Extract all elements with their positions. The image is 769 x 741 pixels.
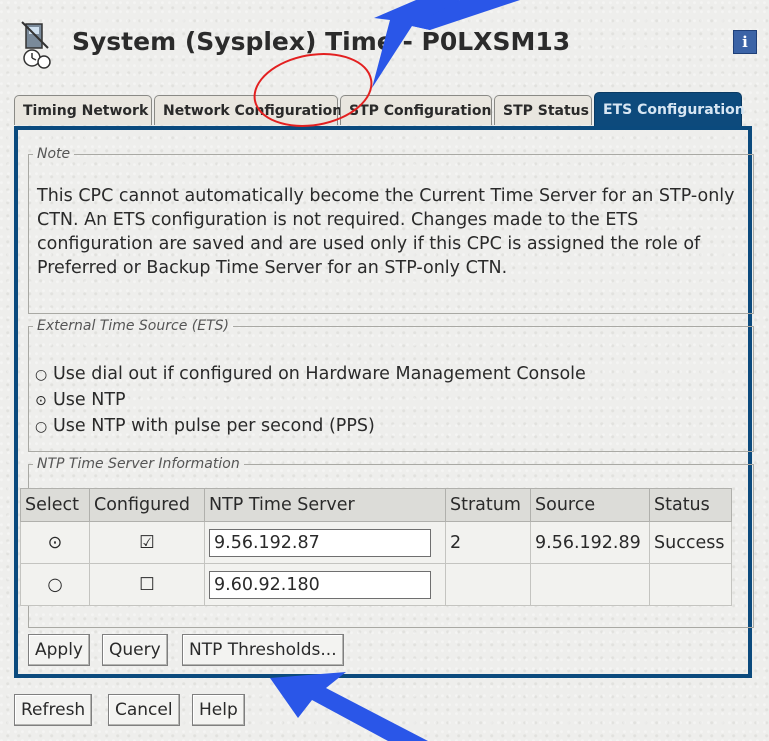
tab-strip: Timing Network Network Configuration STP… bbox=[14, 92, 754, 128]
ntp-legend: NTP Time Server Information bbox=[37, 456, 240, 472]
ntp-server-cell bbox=[204, 521, 446, 564]
column-ntp-time-server: NTP Time Server bbox=[204, 488, 446, 522]
table-row: ⊙ ☑ 2 9.56.192.89 Success bbox=[20, 521, 732, 564]
source-cell bbox=[530, 563, 650, 606]
stratum-cell bbox=[445, 563, 531, 606]
status-cell: Success bbox=[649, 521, 732, 564]
table-header-row: Select Configured NTP Time Server Stratu… bbox=[20, 488, 732, 522]
title-bar: System (Sysplex) Time - P0LXSM13 i bbox=[14, 18, 757, 80]
radio-icon: ○ bbox=[35, 367, 48, 383]
stratum-cell: 2 bbox=[445, 521, 531, 564]
help-button[interactable]: Help bbox=[192, 694, 245, 726]
table-row: ○ ☐ bbox=[20, 563, 732, 606]
cancel-button[interactable]: Cancel bbox=[108, 694, 180, 726]
configured-checkbox[interactable]: ☐ bbox=[89, 563, 205, 606]
system-time-icon bbox=[18, 20, 60, 70]
refresh-button[interactable]: Refresh bbox=[14, 694, 93, 726]
column-select: Select bbox=[20, 488, 90, 522]
annotation-arrow-bottom bbox=[270, 672, 428, 741]
configured-checkbox-checked[interactable]: ☑ bbox=[89, 521, 205, 564]
ets-group: External Time Source (ETS) ○ Use dial out… bbox=[28, 318, 754, 452]
ets-option-ntp[interactable]: ⊙ Use NTP bbox=[35, 390, 126, 410]
tab-stp-status[interactable]: STP Status bbox=[494, 95, 592, 125]
ets-option-dial-out[interactable]: ○ Use dial out if configured on Hardware … bbox=[35, 364, 586, 384]
column-source: Source bbox=[530, 488, 650, 522]
info-icon[interactable]: i bbox=[733, 30, 757, 54]
ntp-server-input[interactable] bbox=[209, 570, 431, 599]
ntp-server-input[interactable] bbox=[209, 528, 431, 557]
column-configured: Configured bbox=[89, 488, 205, 522]
ntp-thresholds-button[interactable]: NTP Thresholds... bbox=[182, 634, 344, 666]
ntp-server-table: Select Configured NTP Time Server Stratu… bbox=[20, 488, 732, 606]
select-radio[interactable]: ○ bbox=[20, 563, 90, 606]
ntp-server-cell bbox=[204, 563, 446, 606]
column-stratum: Stratum bbox=[445, 488, 531, 522]
window-title: System (Sysplex) Time - P0LXSM13 bbox=[72, 27, 571, 56]
ets-legend: External Time Source (ETS) bbox=[37, 318, 229, 334]
radio-selected-icon: ⊙ bbox=[35, 393, 47, 409]
tab-timing-network[interactable]: Timing Network bbox=[14, 95, 152, 125]
column-status: Status bbox=[649, 488, 732, 522]
status-cell bbox=[649, 563, 732, 606]
note-group: Note This CPC cannot automatically becom… bbox=[28, 146, 754, 314]
select-radio-selected[interactable]: ⊙ bbox=[20, 521, 90, 564]
query-button[interactable]: Query bbox=[102, 634, 168, 666]
source-cell: 9.56.192.89 bbox=[530, 521, 650, 564]
tab-ets-configuration[interactable]: ETS Configuration bbox=[594, 92, 745, 126]
note-text: This CPC cannot automatically become the… bbox=[37, 186, 735, 278]
radio-icon: ○ bbox=[35, 419, 48, 435]
apply-button[interactable]: Apply bbox=[28, 634, 90, 666]
ets-option-ntp-pps[interactable]: ○ Use NTP with pulse per second (PPS) bbox=[35, 416, 375, 436]
note-legend: Note bbox=[37, 146, 71, 162]
